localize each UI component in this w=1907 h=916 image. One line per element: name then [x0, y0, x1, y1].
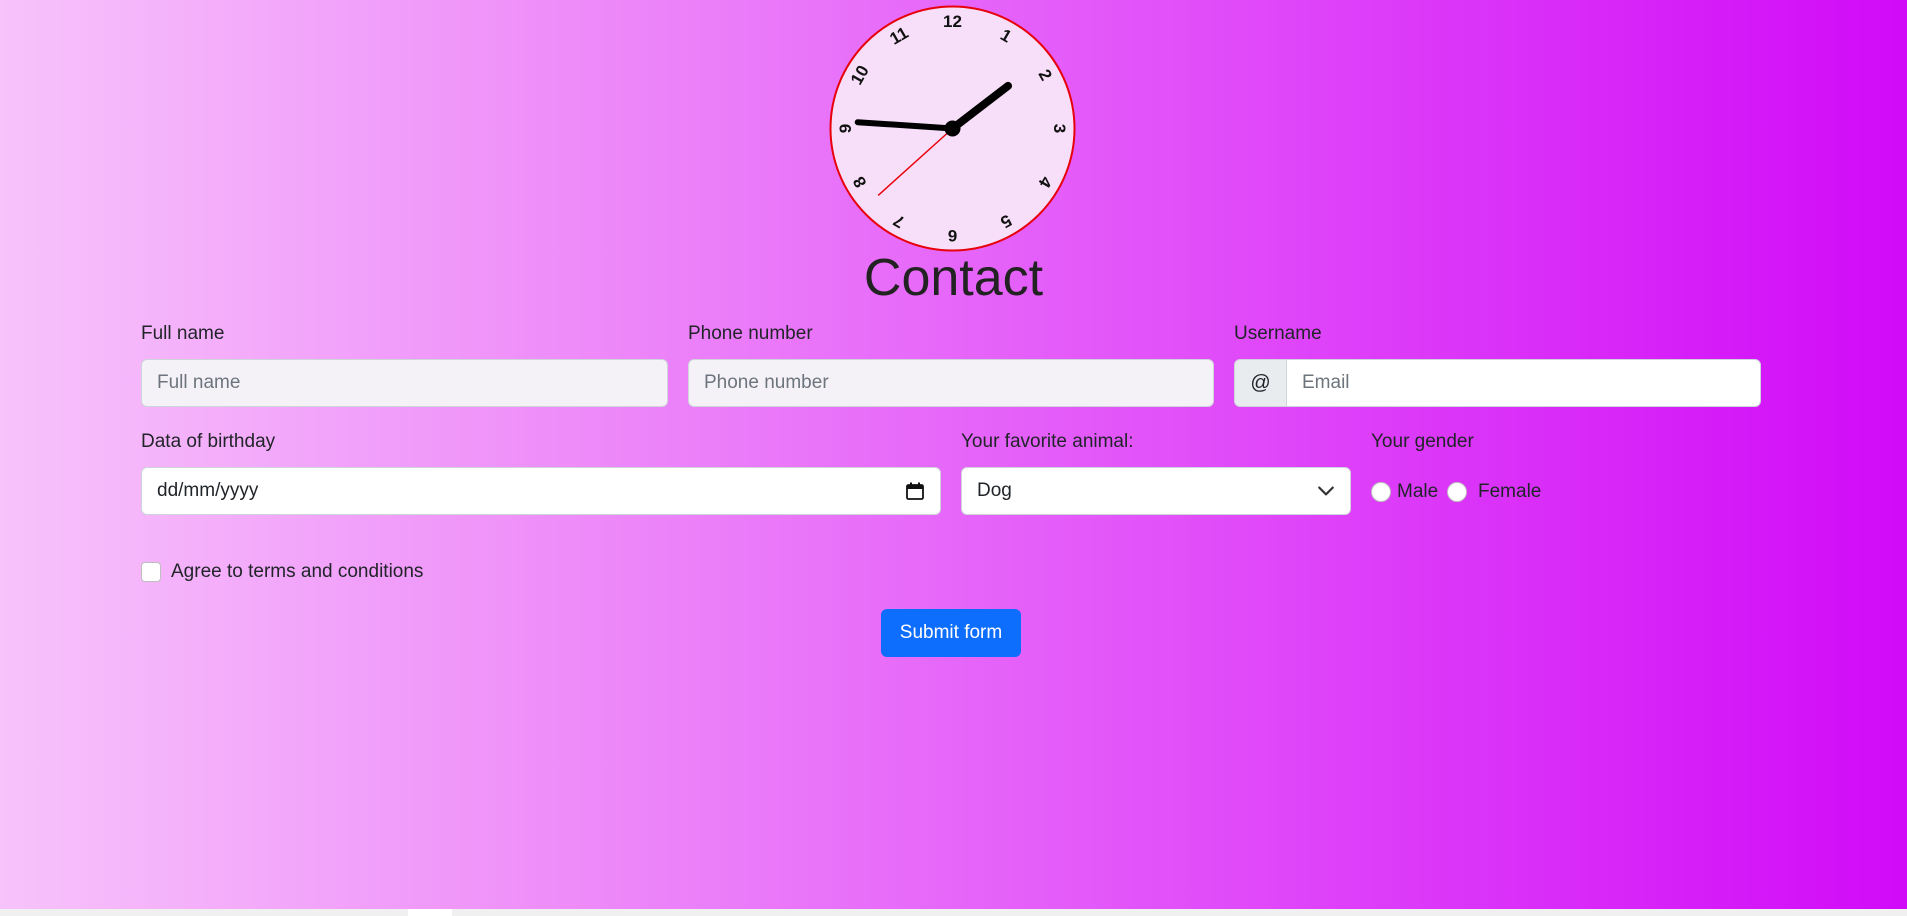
- terms-label: Agree to terms and conditions: [171, 561, 424, 582]
- phone-number-input[interactable]: [688, 359, 1214, 407]
- page-title: Contact: [863, 249, 1044, 307]
- gender-male-radio[interactable]: [1371, 482, 1391, 502]
- favorite-animal-select[interactable]: Dog: [961, 467, 1351, 515]
- clock-number-6: 6: [948, 226, 957, 245]
- birthday-label: Data of birthday: [141, 431, 276, 452]
- gender-male-label: Male: [1397, 481, 1439, 502]
- favorite-animal-label: Your favorite animal:: [961, 431, 1134, 452]
- full-name-label: Full name: [141, 323, 225, 344]
- clock-number-9: 9: [836, 124, 855, 133]
- chevron-down-icon: [1317, 482, 1335, 500]
- analog-clock: 12 1 2 3 4 5 6 7 8 9 10 11: [829, 5, 1076, 252]
- full-name-input[interactable]: [141, 359, 668, 407]
- username-label: Username: [1234, 323, 1322, 344]
- clock-number-12: 12: [943, 12, 962, 31]
- gender-female-radio[interactable]: [1447, 482, 1467, 502]
- email-input[interactable]: [1286, 359, 1761, 407]
- at-prefix: @: [1234, 359, 1287, 407]
- favorite-animal-selected: Dog: [977, 480, 1012, 501]
- gender-label: Your gender: [1371, 431, 1474, 452]
- calendar-icon[interactable]: [905, 481, 925, 501]
- clock-number-3: 3: [1050, 124, 1069, 133]
- birthday-date-value: dd/mm/yyyy: [157, 480, 259, 501]
- scrollbar-thumb[interactable]: [408, 909, 452, 916]
- horizontal-scrollbar[interactable]: [0, 909, 1907, 916]
- birthday-date-input[interactable]: dd/mm/yyyy: [141, 467, 941, 515]
- clock-center-pin: [944, 120, 961, 137]
- terms-checkbox[interactable]: [141, 562, 161, 582]
- submit-form-button[interactable]: Submit form: [881, 609, 1021, 657]
- gender-female-label: Female: [1478, 481, 1542, 502]
- phone-number-label: Phone number: [688, 323, 813, 344]
- clock-face: 121234567891011: [829, 5, 1076, 252]
